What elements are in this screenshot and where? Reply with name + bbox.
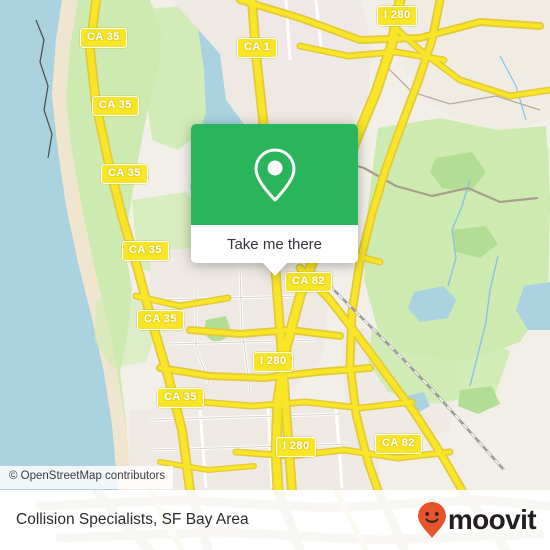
highway-shield: CA 35 (137, 310, 184, 330)
highway-shield: I 280 (276, 437, 317, 457)
highway-shield: CA 35 (92, 96, 139, 116)
moovit-brand[interactable]: moovit (417, 501, 537, 539)
moovit-pin-icon (417, 502, 446, 538)
highway-shield: CA 82 (285, 272, 332, 292)
footer-bar: Collision Specialists, SF Bay Area moovi… (0, 490, 550, 550)
map-screenshot: I 280 CA 1 CA 35 CA 35 CA 35 CA 35 CA 35 CA 82 I… (0, 0, 550, 550)
footer-content: Collision Specialists, SF Bay Area moovi… (0, 490, 550, 550)
highway-shield: CA 35 (101, 164, 148, 184)
highway-shield: CA 82 (375, 434, 422, 454)
take-me-there-button[interactable]: Take me there (191, 225, 358, 263)
moovit-wordmark: moovit (447, 504, 537, 535)
osm-attribution[interactable]: © OpenStreetMap contributors (0, 466, 174, 489)
location-callout-card[interactable]: Take me there (191, 124, 358, 276)
highway-shield: CA 35 (157, 388, 204, 408)
highway-shield: CA 35 (122, 241, 169, 261)
map-canvas[interactable]: I 280 CA 1 CA 35 CA 35 CA 35 CA 35 CA 35 CA 82 I… (0, 0, 550, 490)
callout-header (191, 124, 358, 225)
highway-shield: CA 35 (80, 28, 127, 48)
place-title: Collision Specialists, SF Bay Area (16, 511, 249, 528)
callout-pointer-tail (261, 262, 288, 276)
highway-shield: CA 1 (237, 38, 278, 58)
highway-shield: I 280 (253, 352, 294, 372)
callout-body: Take me there (191, 124, 358, 263)
map-pin-icon (254, 148, 295, 201)
highway-shield: I 280 (377, 6, 418, 26)
